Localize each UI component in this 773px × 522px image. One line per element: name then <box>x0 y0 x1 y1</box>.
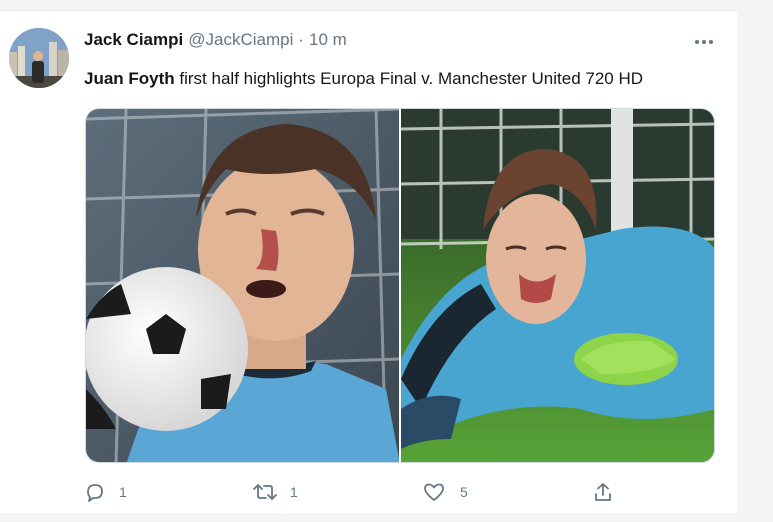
like-icon <box>424 483 444 501</box>
share-icon <box>595 483 611 501</box>
like-button[interactable]: 5 <box>422 478 468 506</box>
tweet-text-bold: Juan Foyth <box>84 69 175 88</box>
author-name[interactable]: Jack Ciampi <box>84 30 183 50</box>
tweet-text: Juan Foyth first half highlights Europa … <box>84 69 643 89</box>
media-photo-right[interactable] <box>401 109 714 462</box>
retweet-icon <box>253 484 277 500</box>
author-handle[interactable]: @JackCiampi <box>188 30 293 50</box>
reply-button[interactable]: 1 <box>84 478 127 506</box>
media-photo-left[interactable] <box>86 109 399 462</box>
like-count: 5 <box>460 484 468 500</box>
more-icon[interactable] <box>692 35 716 49</box>
share-button[interactable] <box>592 478 614 506</box>
tweet-header: Jack Ciampi @JackCiampi · 10 m <box>84 30 347 52</box>
reply-icon <box>87 484 103 502</box>
reply-count: 1 <box>119 484 127 500</box>
separator-dot: · <box>298 30 305 49</box>
tweet-text-rest: first half highlights Europa Final v. Ma… <box>174 69 644 88</box>
tweet-card[interactable]: Jack Ciampi @JackCiampi · 10 m Juan Foyt… <box>0 10 737 515</box>
retweet-button[interactable]: 1 <box>252 478 298 506</box>
retweet-count: 1 <box>290 484 298 500</box>
avatar[interactable] <box>9 28 69 88</box>
timestamp[interactable]: 10 m <box>309 30 347 50</box>
tweet-media[interactable] <box>85 108 715 463</box>
